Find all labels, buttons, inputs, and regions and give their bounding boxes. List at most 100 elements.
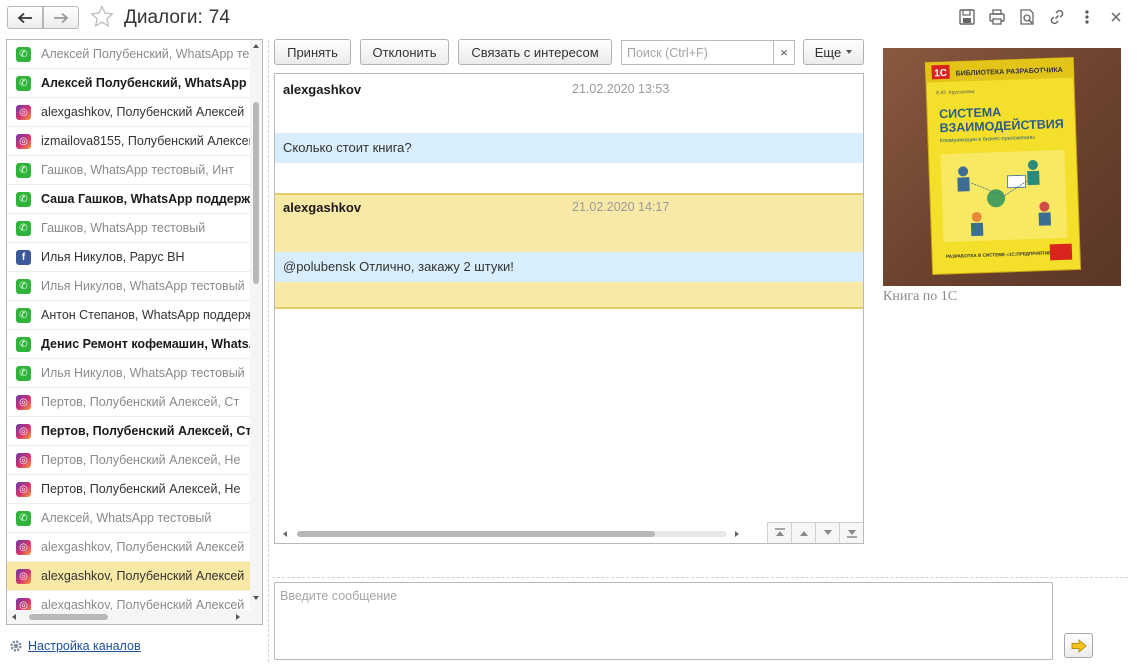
dialog-list-item[interactable]: ◎ alexgashkov, Полубенский Алексей xyxy=(7,562,250,591)
whatsapp-icon: ✆ xyxy=(16,220,31,236)
scroll-left-icon[interactable] xyxy=(12,614,16,620)
dialog-list: ✆ Алексей Полубенский, WhatsApp тес ✆ Алекс… xyxy=(6,39,263,625)
book-illustration xyxy=(940,149,1068,243)
dialog-list-item[interactable]: ✆ Алексей Полубенский, WhatsApp тес xyxy=(7,69,250,98)
dialog-list-item[interactable]: ◎ alexgashkov, Полубенский Алексей xyxy=(7,533,250,562)
scrollbar-thumb[interactable] xyxy=(29,614,108,620)
dialog-count: 74 xyxy=(208,7,230,28)
whatsapp-icon: ✆ xyxy=(16,46,31,62)
more-vertical-icon[interactable] xyxy=(1078,8,1096,26)
dialog-list-item-label: Илья Никулов, Рарус ВН xyxy=(41,250,185,264)
search-input[interactable]: Поиск (Ctrl+F) xyxy=(621,40,773,65)
save-icon[interactable] xyxy=(958,8,976,26)
dialog-list-item-label: Саша Гашков, WhatsApp поддержка xyxy=(41,192,250,206)
vertical-scrollbar[interactable] xyxy=(250,40,262,612)
instagram-icon: ◎ xyxy=(16,539,31,555)
channel-settings[interactable]: Настройка каналов xyxy=(9,639,141,653)
channel-settings-link[interactable]: Настройка каналов xyxy=(28,639,141,653)
dialog-list-item-label: Денис Ремонт кофемашин, WhatsApp xyxy=(41,337,250,351)
dialog-list-item[interactable]: ✆ Илья Никулов, WhatsApp тестовый xyxy=(7,359,250,388)
close-icon[interactable] xyxy=(1107,8,1125,26)
last-page-icon xyxy=(846,530,857,538)
scroll-left-icon[interactable] xyxy=(283,531,287,537)
dialog-list-item[interactable]: ✆ Гашков, WhatsApp тестовый xyxy=(7,214,250,243)
dialog-list-item-label: Пертов, Полубенский Алексей, Ст xyxy=(41,424,250,438)
dialog-list-item[interactable]: ◎ Пертов, Полубенский Алексей, Ст xyxy=(7,417,250,446)
dialog-list-item[interactable]: ◎ izmailova8155, Полубенский Алексей xyxy=(7,127,250,156)
dialog-list-item-label: alexgashkov, Полубенский Алексей xyxy=(41,569,245,583)
whatsapp-icon: ✆ xyxy=(16,365,31,381)
whatsapp-icon: ✆ xyxy=(16,75,31,91)
attachment-image[interactable]: 1С БИБЛИОТЕКА РАЗРАБОТЧИКА Е.Ю. Хрустале… xyxy=(883,48,1121,286)
dialog-list-item[interactable]: ◎ Пертов, Полубенский Алексей, Не xyxy=(7,446,250,475)
scroll-up-icon[interactable] xyxy=(253,44,259,48)
dialog-list-item-label: Илья Никулов, WhatsApp тестовый xyxy=(41,366,245,380)
book-logo: 1С xyxy=(934,68,947,79)
message-text: Сколько стоит книга? xyxy=(283,140,412,155)
send-button[interactable] xyxy=(1064,633,1093,658)
dialog-list-item[interactable]: ◎ Пертов, Полубенский Алексей, Ст xyxy=(7,388,250,417)
scroll-up-button[interactable] xyxy=(791,522,815,543)
arrow-right-icon xyxy=(1071,638,1087,653)
dialog-list-item[interactable]: ✆ Алексей, WhatsApp тестовый xyxy=(7,504,250,533)
dialog-list-item[interactable]: f Илья Никулов, Рарус ВН xyxy=(7,243,250,272)
accept-button[interactable]: Принять xyxy=(274,39,351,65)
dialog-list-item[interactable]: ✆ Антон Степанов, WhatsApp поддержка xyxy=(7,301,250,330)
dialog-list-item-label: Алексей Полубенский, WhatsApp тес xyxy=(41,47,250,61)
gear-icon xyxy=(10,640,22,652)
dialog-list-item-label: izmailova8155, Полубенский Алексей xyxy=(41,134,250,148)
message-panel: alexgashkov 21.02.2020 13:53 Сколько сто… xyxy=(274,73,864,544)
more-button-label: Еще xyxy=(814,44,842,60)
dialog-list-item[interactable]: ✆ Саша Гашков, WhatsApp поддержка xyxy=(7,185,250,214)
print-icon[interactable] xyxy=(988,8,1006,26)
dialog-list-item-label: Антон Степанов, WhatsApp поддержка xyxy=(41,308,250,322)
chevron-up-icon xyxy=(799,531,808,536)
dialog-list-item-label: alexgashkov, Полубенский Алексей xyxy=(41,540,245,554)
arrow-right-icon xyxy=(54,12,69,23)
dialog-list-item[interactable]: ✆ Илья Никулов, WhatsApp тестовый xyxy=(7,272,250,301)
scroll-right-icon[interactable] xyxy=(236,614,240,620)
scrollbar-thumb[interactable] xyxy=(253,102,259,284)
scroll-down-icon[interactable] xyxy=(253,596,259,600)
preview-icon[interactable] xyxy=(1018,8,1036,26)
facebook-icon: f xyxy=(16,249,31,265)
more-button[interactable]: Еще xyxy=(803,39,864,65)
whatsapp-icon: ✆ xyxy=(16,336,31,352)
dialog-list-item-label: Пертов, Полубенский Алексей, Не xyxy=(41,482,241,496)
instagram-icon: ◎ xyxy=(16,481,31,497)
link-interest-button[interactable]: Связать с интересом xyxy=(458,39,612,65)
dialog-list-item[interactable]: ✆ Денис Ремонт кофемашин, WhatsApp xyxy=(7,330,250,359)
link-icon[interactable] xyxy=(1048,8,1066,26)
dialog-list-item-label: alexgashkov, Полубенский Алексей xyxy=(41,105,245,119)
chevron-down-icon xyxy=(846,50,853,54)
dialog-list-item[interactable]: ✆ Гашков, WhatsApp тестовый, Инт xyxy=(7,156,250,185)
search-clear-button[interactable]: × xyxy=(773,40,795,65)
reject-button[interactable]: Отклонить xyxy=(360,39,449,65)
message-input[interactable]: Введите сообщение xyxy=(274,582,1053,660)
dialog-list-item[interactable]: ◎ Пертов, Полубенский Алексей, Не xyxy=(7,475,250,504)
scrollbar-thumb[interactable] xyxy=(297,531,655,537)
scroll-right-icon[interactable] xyxy=(735,531,739,537)
star-icon[interactable] xyxy=(89,4,115,30)
forward-button[interactable] xyxy=(43,6,79,29)
message-author: alexgashkov xyxy=(283,200,362,215)
horizontal-scrollbar[interactable] xyxy=(7,610,262,624)
back-button[interactable] xyxy=(7,6,43,29)
dialog-list-item-label: Алексей Полубенский, WhatsApp тес xyxy=(41,76,250,90)
instagram-icon: ◎ xyxy=(16,568,31,584)
scroll-down-button[interactable] xyxy=(815,522,839,543)
message-text: @polubensk Отлично, закажу 2 штуки! xyxy=(283,259,514,274)
panel-divider xyxy=(268,40,269,662)
dialog-list-item[interactable]: ✆ Алексей Полубенский, WhatsApp тес xyxy=(7,40,250,69)
message-body[interactable]: Сколько стоит книга? xyxy=(275,133,863,163)
instagram-icon: ◎ xyxy=(16,394,31,410)
whatsapp-icon: ✆ xyxy=(16,162,31,178)
chevron-down-icon xyxy=(823,530,832,535)
dialog-list-item[interactable]: ◎ alexgashkov, Полубенский Алексей xyxy=(7,98,250,127)
scroll-to-last-button[interactable] xyxy=(839,522,863,543)
message-horizontal-scrollbar[interactable] xyxy=(275,525,765,543)
selected-message[interactable]: alexgashkov 21.02.2020 14:17 @polubensk … xyxy=(275,193,863,309)
scroll-to-first-button[interactable] xyxy=(767,522,791,543)
whatsapp-icon: ✆ xyxy=(16,307,31,323)
dialog-list-item-label: Алексей, WhatsApp тестовый xyxy=(41,511,212,525)
